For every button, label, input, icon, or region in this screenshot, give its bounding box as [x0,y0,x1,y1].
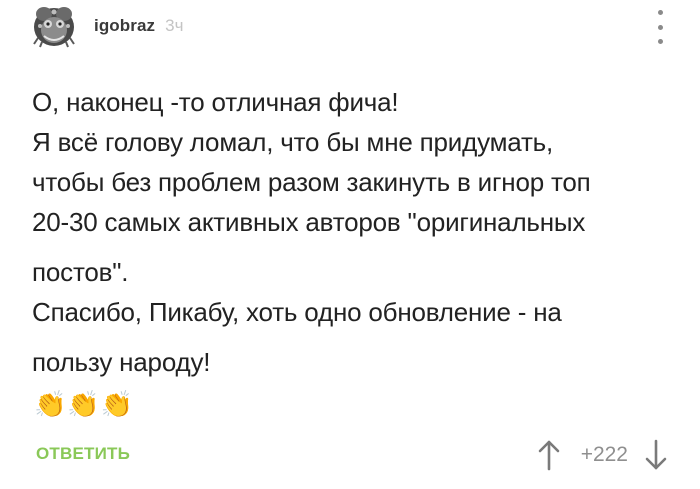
arrow-down-icon [645,439,667,470]
avatar-icon [33,7,75,48]
rating-controls: +222 [535,438,670,472]
comment-line: О, наконец -то отличная фича! [32,87,399,117]
comment-body: О, наконец -то отличная фича! Я всё голо… [32,82,672,382]
author-name[interactable]: igobraz [94,16,155,36]
comment-card: igobraz 3ч О, наконец -то отличная фича!… [0,0,700,489]
comment-line: Я всё голову ломал, что бы мне придумать… [32,127,554,157]
comment-line: Спасибо, Пикабу, хоть одно обновление - … [32,297,562,327]
more-vertical-icon[interactable] [650,10,670,44]
reply-button[interactable]: ОТВЕТИТЬ [36,444,130,464]
comment-header: igobraz 3ч [30,4,183,48]
comment-time: 3ч [165,16,184,35]
rating-score: +222 [580,443,628,466]
avatar[interactable] [30,4,78,48]
arrow-up-icon [538,440,559,471]
comment-footer: ОТВЕТИТЬ +222 [36,438,670,472]
clapping-hands-emoji: 👏👏👏 [34,389,135,419]
upvote-button[interactable] [535,438,563,472]
downvote-button[interactable] [642,438,670,472]
comment-line: пользу народу! [32,347,211,377]
comment-line: 20-30 самых активных авторов "оригинальн… [32,207,586,237]
comment-line: постов". [32,257,129,287]
comment-line: чтобы без проблем разом закинуть в игнор… [32,167,591,197]
